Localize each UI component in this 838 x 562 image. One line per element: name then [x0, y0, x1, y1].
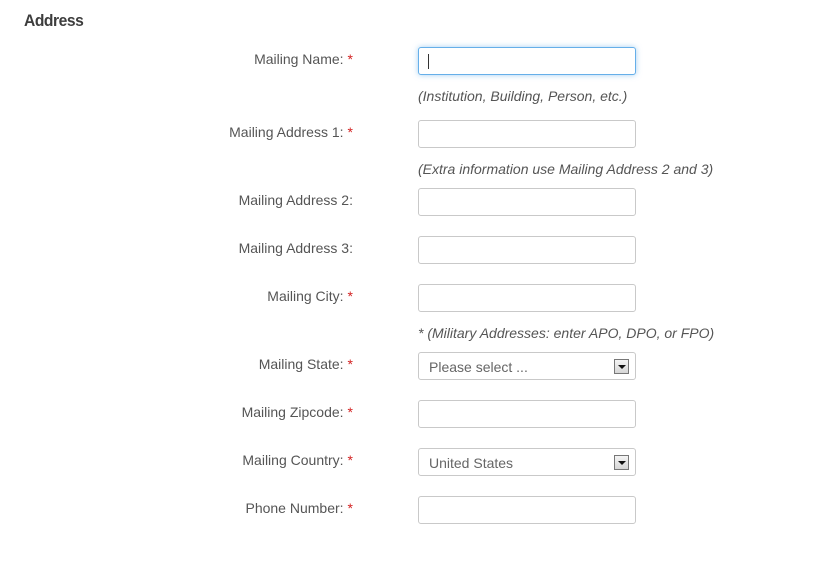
required-marker: * — [347, 356, 353, 372]
mailing-address-1-hint: (Extra information use Mailing Address 2… — [418, 161, 714, 177]
selected-value: United States — [429, 455, 514, 471]
mailing-address-2-label: Mailing Address 2: — [239, 192, 353, 208]
label-text: Mailing City: — [267, 288, 344, 304]
required-marker: * — [347, 452, 353, 468]
phone-number-label: Phone Number: * — [245, 500, 353, 516]
label-text: Mailing Zipcode: — [241, 404, 344, 420]
mailing-address-2-input[interactable] — [418, 188, 636, 216]
section-title: Address — [24, 11, 84, 30]
mailing-name-input[interactable] — [418, 47, 636, 75]
required-marker: * — [347, 500, 353, 516]
label-text: Mailing State: — [258, 356, 344, 372]
mailing-zipcode-input[interactable] — [418, 400, 636, 428]
required-marker: * — [347, 51, 353, 67]
label-text: Mailing Address 3: — [238, 240, 353, 256]
dropdown-arrow-icon[interactable] — [614, 359, 629, 374]
mailing-city-hint: * (Military Addresses: enter APO, DPO, o… — [418, 325, 715, 341]
label-text: Mailing Address 2: — [238, 192, 353, 208]
mailing-state-label: Mailing State: * — [259, 356, 353, 372]
mailing-city-input[interactable] — [418, 284, 636, 312]
mailing-name-hint: (Institution, Building, Person, etc.) — [418, 88, 628, 104]
dropdown-arrow-icon[interactable] — [614, 455, 629, 470]
mailing-address-1-label: Mailing Address 1: * — [229, 124, 353, 140]
mailing-zipcode-label: Mailing Zipcode: * — [242, 404, 353, 420]
label-text: Phone Number: — [245, 500, 344, 516]
label-text: Mailing Address 1: — [229, 124, 344, 140]
mailing-address-3-label: Mailing Address 3: — [239, 240, 353, 256]
mailing-city-label: Mailing City: * — [267, 288, 353, 304]
required-marker: * — [347, 288, 353, 304]
mailing-country-select[interactable]: United States — [418, 448, 636, 476]
label-text: Mailing Country: — [242, 452, 344, 468]
mailing-country-label: Mailing Country: * — [242, 452, 353, 468]
label-text: Mailing Name: — [254, 51, 344, 67]
mailing-address-1-input[interactable] — [418, 120, 636, 148]
required-marker: * — [347, 404, 353, 420]
mailing-address-3-input[interactable] — [418, 236, 636, 264]
selected-value: Please select ... — [429, 359, 528, 375]
mailing-name-label: Mailing Name: * — [254, 51, 353, 67]
phone-number-input[interactable] — [418, 496, 636, 524]
text-cursor — [428, 54, 429, 69]
mailing-state-select[interactable]: Please select ... — [418, 352, 636, 380]
required-marker: * — [347, 124, 353, 140]
